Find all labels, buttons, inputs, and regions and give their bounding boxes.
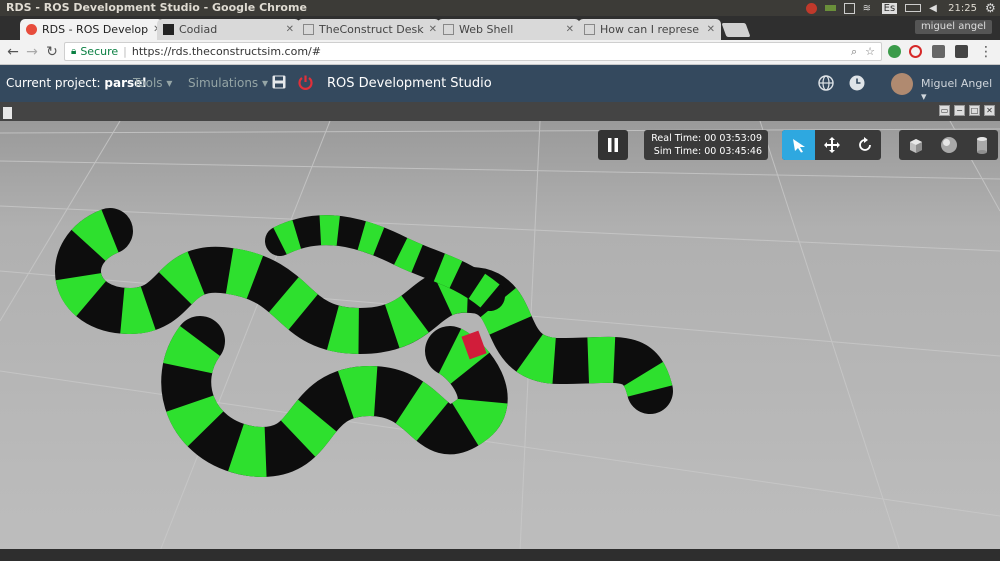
url-separator: | — [123, 45, 127, 58]
page-favicon-icon — [303, 24, 314, 35]
select-icon — [792, 139, 805, 153]
opera-extension-icon[interactable] — [909, 45, 922, 58]
bookmark-star-icon[interactable]: ☆ — [865, 45, 875, 59]
project-prefix: Current project: — [6, 76, 101, 90]
pause-button[interactable] — [598, 130, 628, 160]
os-indicators: ≋ Es ◀ 21:25 ⚙ — [805, 0, 996, 16]
rotate-icon — [858, 137, 871, 151]
power-icon[interactable] — [297, 74, 314, 91]
simulation-viewport: ▭ − □ ✕ Real Time: 00 03:53:09 Sim Time:… — [0, 102, 1000, 561]
tab-close-icon[interactable]: ✕ — [286, 24, 294, 35]
secure-label: Secure — [80, 45, 119, 58]
user-menu[interactable]: Miguel Angel ▾ — [921, 77, 1000, 103]
current-project: Current project: parsel — [6, 76, 146, 90]
sphere-shape-button[interactable] — [932, 130, 965, 160]
tools-menu[interactable]: Tools ▾ — [133, 76, 172, 90]
rotate-mode-button[interactable] — [848, 130, 881, 160]
real-time: Real Time: 00 03:53:09 — [651, 133, 762, 144]
cylinder-icon — [976, 137, 987, 154]
box-icon — [909, 139, 922, 153]
save-icon[interactable] — [272, 75, 286, 89]
tab-close-icon[interactable]: ✕ — [707, 24, 715, 35]
clock-icon[interactable] — [849, 75, 865, 91]
wifi-icon[interactable]: ≋ — [863, 3, 874, 14]
translate-mode-button[interactable] — [815, 130, 848, 160]
settings-gear-icon[interactable]: ⚙ — [985, 2, 996, 14]
gazebo-scene[interactable] — [0, 121, 1000, 551]
app-title: ROS Development Studio — [327, 76, 492, 91]
tab-label: How can I represe — [600, 23, 700, 36]
url-input[interactable]: 🔒︎ Secure | https://rds.theconstructsim.… — [64, 42, 882, 61]
cylinder-shape-button[interactable] — [965, 130, 998, 160]
tab-label: TheConstruct Desk — [319, 23, 424, 36]
sim-time: Sim Time: 00 03:45:46 — [653, 146, 762, 157]
network-icon[interactable] — [843, 2, 855, 14]
extension-tool-icon[interactable] — [932, 45, 945, 58]
select-mode-button[interactable] — [782, 130, 815, 160]
tab-how-can-i-represent[interactable]: How can I represe ✕ — [578, 19, 721, 40]
tab-codiad[interactable]: Codiad ✕ — [157, 19, 300, 40]
globe-icon[interactable] — [818, 75, 834, 91]
extension-puzzle-icon[interactable] — [955, 45, 968, 58]
meter-icon — [824, 5, 836, 11]
translate-icon — [823, 137, 840, 153]
url-text: https://rds.theconstructsim.com/# — [131, 45, 321, 58]
zoom-icon[interactable]: ⌕ — [851, 45, 857, 59]
manipulation-toolbar — [782, 130, 881, 160]
tab-web-shell[interactable]: Web Shell ✕ — [437, 19, 580, 40]
minimize-window-icon[interactable]: − — [954, 105, 965, 116]
close-window-icon[interactable]: ✕ — [984, 105, 995, 116]
forward-arrow-icon[interactable]: → — [24, 44, 40, 60]
clock-text[interactable]: 21:25 — [948, 3, 977, 14]
sphere-icon — [940, 137, 957, 153]
pause-icon — [608, 138, 618, 152]
tab-label: RDS - ROS Develop — [42, 23, 149, 36]
tab-theconstruct-desk[interactable]: TheConstruct Desk ✕ — [297, 19, 440, 40]
omnibox-actions: ⌕ ☆ — [851, 45, 875, 59]
battery-icon[interactable] — [905, 4, 922, 12]
simulations-menu[interactable]: Simulations ▾ — [188, 76, 268, 90]
tab-rds[interactable]: RDS - ROS Develop ✕ — [20, 19, 163, 40]
profile-chip[interactable]: miguel angel — [914, 20, 992, 34]
box-shape-button[interactable] — [899, 130, 932, 160]
restore-window-icon[interactable]: ▭ — [939, 105, 950, 116]
codiad-favicon-icon — [163, 24, 174, 35]
reload-icon[interactable]: ↻ — [44, 44, 60, 60]
record-icon[interactable] — [805, 2, 817, 14]
window-title: RDS - ROS Development Studio - Google Ch… — [6, 1, 307, 14]
os-top-panel: RDS - ROS Development Studio - Google Ch… — [0, 0, 1000, 16]
tab-label: Codiad — [179, 23, 218, 36]
tab-close-icon[interactable]: ✕ — [429, 24, 437, 35]
address-bar: ← → ↻ 🔒︎ Secure | https://rds.theconstru… — [0, 40, 1000, 65]
maximize-window-icon[interactable]: □ — [969, 105, 980, 116]
page-favicon-icon — [443, 24, 454, 35]
time-display: Real Time: 00 03:53:09 Sim Time: 00 03:4… — [644, 130, 768, 160]
extension-green-icon[interactable] — [888, 45, 901, 58]
back-arrow-icon[interactable]: ← — [5, 44, 21, 60]
tab-label: Web Shell — [459, 23, 514, 36]
keyboard-layout[interactable]: Es — [881, 2, 898, 14]
rds-favicon-icon — [26, 24, 37, 35]
new-tab-button[interactable] — [721, 23, 751, 37]
chrome-menu-icon[interactable]: ⋮ — [978, 44, 994, 60]
app-navbar: Current project: parsel Tools ▾ Simulati… — [0, 65, 1000, 103]
viewport-header: ▭ − □ ✕ — [0, 102, 1000, 121]
page-favicon-icon — [584, 24, 595, 35]
avatar[interactable] — [891, 73, 913, 95]
viewport-status-bar — [0, 549, 1000, 561]
lock-icon: 🔒︎ — [71, 46, 77, 57]
shapes-toolbar — [899, 130, 998, 160]
tab-close-icon[interactable]: ✕ — [566, 24, 574, 35]
viewport-tab-icon[interactable] — [3, 107, 12, 119]
volume-icon[interactable]: ◀ — [929, 3, 940, 14]
browser-tab-strip: RDS - ROS Develop ✕ Codiad ✕ TheConstruc… — [0, 16, 1000, 40]
